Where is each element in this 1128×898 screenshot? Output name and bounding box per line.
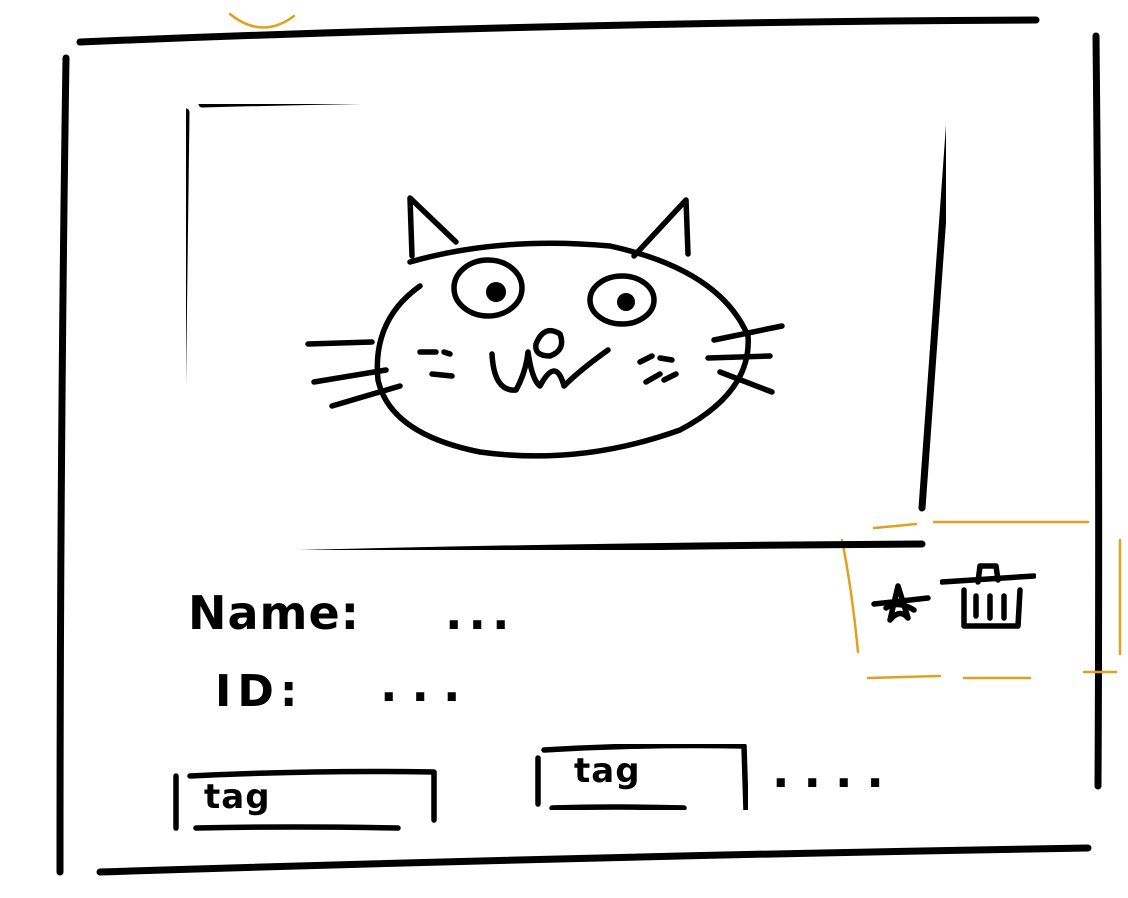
favorite-button[interactable]	[868, 578, 932, 628]
tag-chip-border	[535, 744, 748, 810]
pet-photo	[176, 94, 972, 586]
name-label: Name:	[188, 586, 361, 640]
id-value: ...	[380, 658, 475, 712]
annotation-mark	[228, 12, 296, 29]
tag-label: tag	[574, 751, 641, 791]
star-icon	[871, 583, 931, 623]
more-tags-indicator: ....	[772, 744, 898, 798]
tag-label: tag	[204, 777, 271, 817]
tag-chip[interactable]: tag	[172, 766, 438, 832]
cat-face-icon	[176, 94, 972, 586]
delete-button[interactable]	[939, 560, 1037, 630]
id-label: ID:	[215, 666, 304, 717]
tag-chip[interactable]: tag	[534, 744, 748, 810]
name-value: ...	[445, 586, 516, 640]
pet-card-wireframe: Name: ... ID: ... tag tag ....	[0, 0, 1128, 898]
trash-icon	[939, 563, 1037, 629]
